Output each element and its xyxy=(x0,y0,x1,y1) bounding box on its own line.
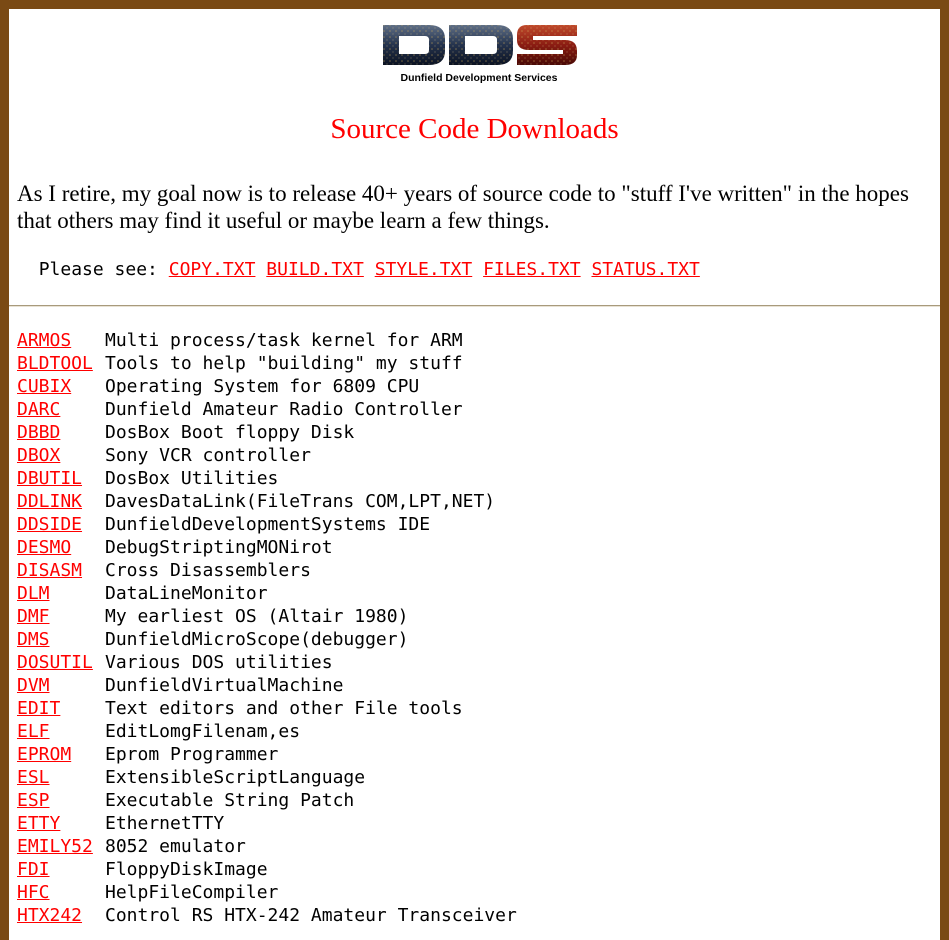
entry-link[interactable]: ETTY xyxy=(17,812,105,835)
list-item: EDIT Text editors and other File tools xyxy=(17,697,932,720)
list-item: DBOX Sony VCR controller xyxy=(17,444,932,467)
list-item: DBUTIL DosBox Utilities xyxy=(17,467,932,490)
entry-description: FloppyDiskImage xyxy=(105,859,268,880)
list-item: DMS DunfieldMicroScope(debugger) xyxy=(17,628,932,651)
link-status-txt[interactable]: STATUS.TXT xyxy=(591,259,699,280)
entry-description: DunfieldDevelopmentSystems IDE xyxy=(105,514,431,535)
list-item: HFC HelpFileCompiler xyxy=(17,881,932,904)
list-item: DVM DunfieldVirtualMachine xyxy=(17,674,932,697)
entry-description: My earliest OS (Altair 1980) xyxy=(105,606,409,627)
list-item: DOSUTIL Various DOS utilities xyxy=(17,651,932,674)
entry-link[interactable]: DDSIDE xyxy=(17,513,105,536)
entry-link[interactable]: DESMO xyxy=(17,536,105,559)
entry-link[interactable]: EDIT xyxy=(17,697,105,720)
list-item: DBBD DosBox Boot floppy Disk xyxy=(17,421,932,444)
entry-description: Dunfield Amateur Radio Controller xyxy=(105,399,463,420)
list-item: DESMO DebugStriptingMONirot xyxy=(17,536,932,559)
link-files-txt[interactable]: FILES.TXT xyxy=(483,259,581,280)
entry-description: Eprom Programmer xyxy=(105,744,279,765)
list-item: DLM DataLineMonitor xyxy=(17,582,932,605)
entry-link[interactable]: EPROM xyxy=(17,743,105,766)
logo-caption: Dunfield Development Services xyxy=(400,72,558,84)
page-title: Source Code Downloads xyxy=(330,113,619,145)
list-item: HTX242 Control RS HTX-242 Amateur Transce… xyxy=(17,904,932,927)
entry-description: DavesDataLink(FileTrans COM,LPT,NET) xyxy=(105,491,496,512)
entry-description: DunfieldMicroScope(debugger) xyxy=(105,629,409,650)
link-style-txt[interactable]: STYLE.TXT xyxy=(375,259,473,280)
entry-description: Tools to help "building" my stuff xyxy=(105,353,463,374)
entry-description: Executable String Patch xyxy=(105,790,355,811)
list-item: DDLINK DavesDataLink(FileTrans COM,LPT,NE… xyxy=(17,490,932,513)
list-item: ESP Executable String Patch xyxy=(17,789,932,812)
list-item: ELF EditLomgFilenam,es xyxy=(17,720,932,743)
intro-paragraph: As I retire, my goal now is to release 4… xyxy=(17,181,909,233)
entry-description: DataLineMonitor xyxy=(105,583,268,604)
entry-link[interactable]: HFC xyxy=(17,881,105,904)
entry-link[interactable]: DOSUTIL xyxy=(17,651,105,674)
dds-logo: Dunfield Development Services xyxy=(377,17,581,87)
entry-description: ExtensibleScriptLanguage xyxy=(105,767,366,788)
entry-description: Multi process/task kernel for ARM xyxy=(105,330,463,351)
entry-link[interactable]: DDLINK xyxy=(17,490,105,513)
entry-link[interactable]: FDI xyxy=(17,858,105,881)
entry-link[interactable]: DBBD xyxy=(17,421,105,444)
entry-description: EthernetTTY xyxy=(105,813,225,834)
list-item: DMF My earliest OS (Altair 1980) xyxy=(17,605,932,628)
entry-link[interactable]: BLDTOOL xyxy=(17,352,105,375)
entry-description: EditLomgFilenam,es xyxy=(105,721,301,742)
entry-description: DebugStriptingMONirot xyxy=(105,537,333,558)
entry-link[interactable]: DISASM xyxy=(17,559,105,582)
entry-link[interactable]: DLM xyxy=(17,582,105,605)
entry-description: DosBox Boot floppy Disk xyxy=(105,422,355,443)
entry-link[interactable]: DMS xyxy=(17,628,105,651)
link-build-txt[interactable]: BUILD.TXT xyxy=(266,259,364,280)
entry-description: 8052 emulator xyxy=(105,836,246,857)
list-item: DISASM Cross Disassemblers xyxy=(17,559,932,582)
entry-link[interactable]: ELF xyxy=(17,720,105,743)
entry-link[interactable]: CUBIX xyxy=(17,375,105,398)
list-item: ETTY EthernetTTY xyxy=(17,812,932,835)
please-see-line: Please see: COPY.TXT BUILD.TXT STYLE.TXT… xyxy=(17,259,700,280)
dds-logo-graphic xyxy=(383,25,577,65)
entry-description: DunfieldVirtualMachine xyxy=(105,675,344,696)
entry-description: DosBox Utilities xyxy=(105,468,279,489)
entry-description: Various DOS utilities xyxy=(105,652,333,673)
entry-description: Control RS HTX-242 Amateur Transceiver xyxy=(105,905,517,926)
entry-link[interactable]: DARC xyxy=(17,398,105,421)
entry-link[interactable]: DVM xyxy=(17,674,105,697)
entry-link[interactable]: DBUTIL xyxy=(17,467,105,490)
list-item: ARMOS Multi process/task kernel for ARM xyxy=(17,329,932,352)
list-item: DDSIDE DunfieldDevelopmentSystems IDE xyxy=(17,513,932,536)
list-item: EPROM Eprom Programmer xyxy=(17,743,932,766)
entry-link[interactable]: DBOX xyxy=(17,444,105,467)
list-item: CUBIX Operating System for 6809 CPU xyxy=(17,375,932,398)
entry-description: Sony VCR controller xyxy=(105,445,311,466)
list-item: FDI FloppyDiskImage xyxy=(17,858,932,881)
entry-link[interactable]: EMILY52 xyxy=(17,835,105,858)
entry-link[interactable]: ESP xyxy=(17,789,105,812)
entry-description: HelpFileCompiler xyxy=(105,882,279,903)
list-item: EMILY52 8052 emulator xyxy=(17,835,932,858)
entry-link[interactable]: HTX242 xyxy=(17,904,105,927)
source-list: ARMOS Multi process/task kernel for ARM B… xyxy=(17,329,932,927)
entry-description: Text editors and other File tools xyxy=(105,698,463,719)
list-item: BLDTOOL Tools to help "building" my stuff xyxy=(17,352,932,375)
entry-link[interactable]: ESL xyxy=(17,766,105,789)
please-see-label: Please see: xyxy=(38,259,158,280)
entry-link[interactable]: ARMOS xyxy=(17,329,105,352)
entry-description: Operating System for 6809 CPU xyxy=(105,376,420,397)
link-copy-txt[interactable]: COPY.TXT xyxy=(169,259,256,280)
entry-description: Cross Disassemblers xyxy=(105,560,311,581)
divider xyxy=(9,305,940,307)
entry-link[interactable]: DMF xyxy=(17,605,105,628)
page: Dunfield Development Services Source Cod… xyxy=(9,9,940,940)
list-item: DARC Dunfield Amateur Radio Controller xyxy=(17,398,932,421)
list-item: ESL ExtensibleScriptLanguage xyxy=(17,766,932,789)
